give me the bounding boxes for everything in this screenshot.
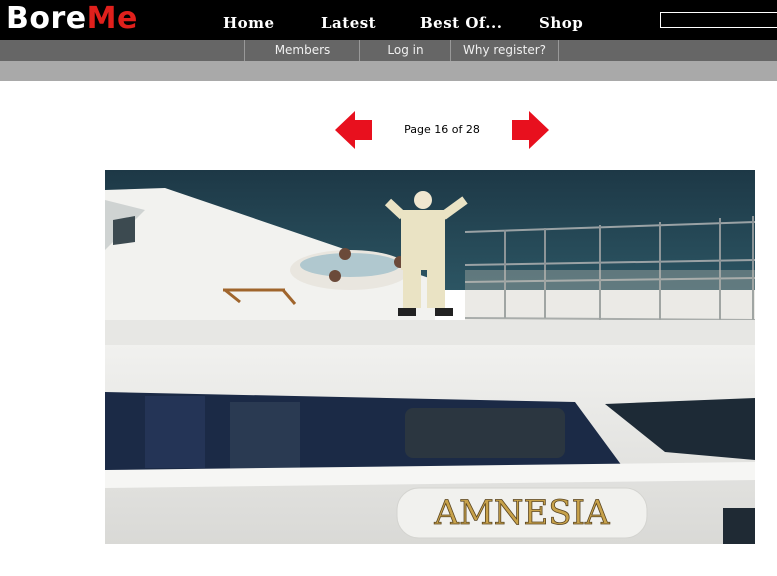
header-divider-bar <box>0 61 777 81</box>
yacht-photo: AMNESIA <box>105 170 755 544</box>
nav-latest[interactable]: Latest <box>321 14 376 32</box>
nav-home[interactable]: Home <box>223 14 275 32</box>
main-photo: AMNESIA <box>105 170 755 544</box>
search-input[interactable] <box>660 12 777 28</box>
subnav-members[interactable]: Members <box>244 40 360 61</box>
page-indicator: Page 16 of 28 <box>404 123 480 136</box>
site-header: BoreMe Home Latest Best Of... Shop <box>0 0 777 40</box>
left-arrow-icon <box>335 111 372 149</box>
right-arrow-icon <box>512 111 549 149</box>
sub-nav: Members Log in Why register? <box>0 40 777 61</box>
site-logo[interactable]: BoreMe <box>6 2 138 36</box>
pagination: Page 16 of 28 <box>0 110 777 150</box>
next-page-button[interactable] <box>511 110 549 150</box>
logo-text-bore: Bore <box>6 1 87 36</box>
nav-best-of[interactable]: Best Of... <box>420 14 502 32</box>
logo-text-me: Me <box>86 1 138 36</box>
subnav-why-register[interactable]: Why register? <box>450 40 559 61</box>
prev-page-button[interactable] <box>335 110 373 150</box>
subnav-login[interactable]: Log in <box>359 40 451 61</box>
nav-shop[interactable]: Shop <box>539 14 583 32</box>
yacht-name: AMNESIA <box>433 493 610 533</box>
